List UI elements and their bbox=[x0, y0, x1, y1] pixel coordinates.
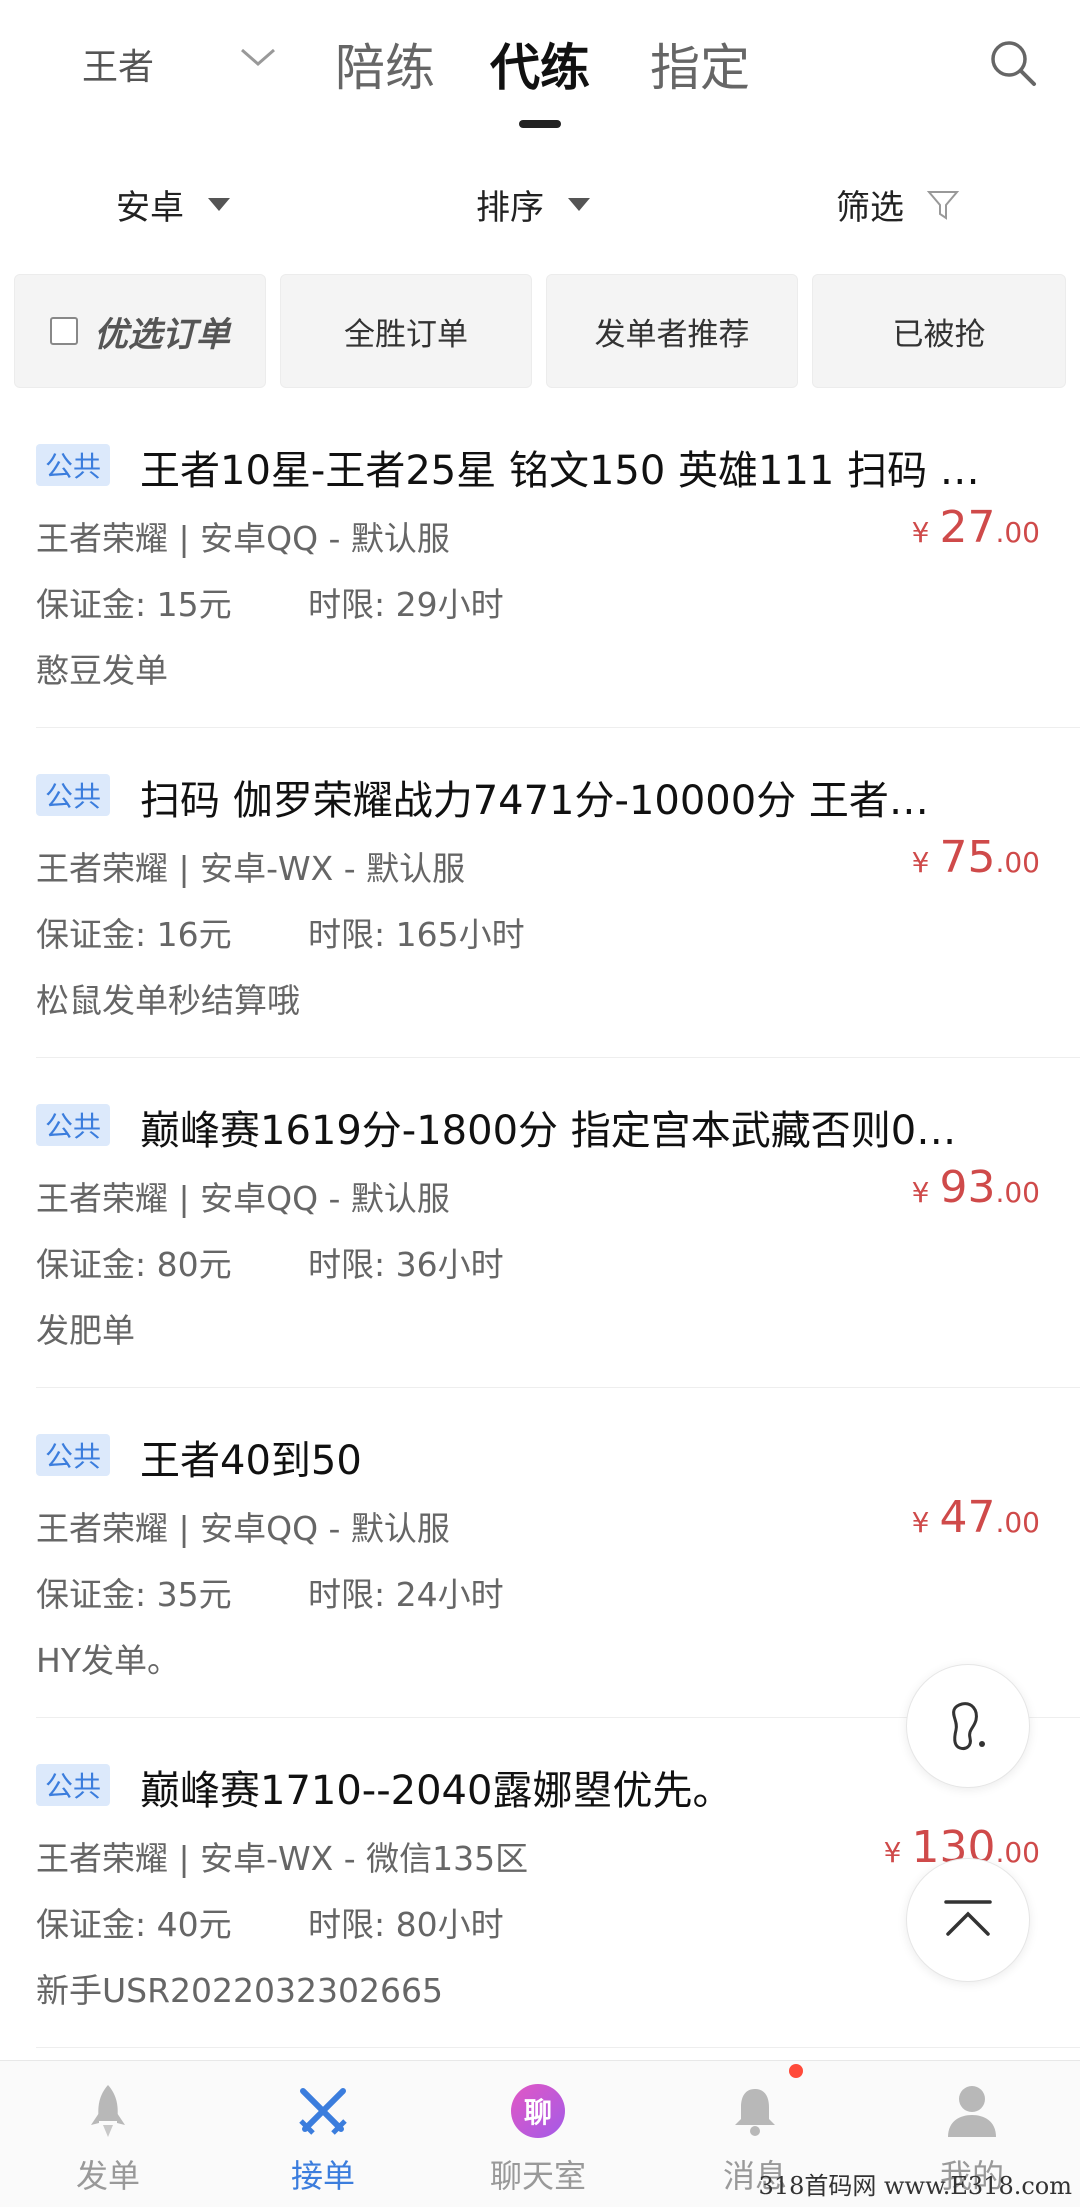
crossed-swords-icon bbox=[295, 2083, 351, 2139]
price-currency: ¥ bbox=[883, 1836, 902, 1869]
screen-filter-label: 筛选 bbox=[836, 188, 904, 228]
price-currency: ¥ bbox=[911, 1506, 930, 1539]
order-game-server: 王者荣耀 | 安卓QQ - 默认服 bbox=[36, 519, 450, 558]
chip-all-win-orders[interactable]: 全胜订单 bbox=[280, 274, 532, 388]
order-price: ¥ 47 .00 bbox=[912, 1492, 1040, 1543]
order-publisher: 发肥单 bbox=[36, 1311, 135, 1350]
order-title: 扫码 伽罗荣耀战力7471分-10000分 王者… bbox=[140, 778, 929, 824]
back-to-top-button[interactable] bbox=[906, 1858, 1030, 1982]
price-decimal: .00 bbox=[995, 846, 1040, 879]
public-badge: 公共 bbox=[36, 1434, 110, 1476]
rocket-icon bbox=[80, 2083, 136, 2139]
price-decimal: .00 bbox=[995, 1176, 1040, 1209]
caret-down-icon bbox=[568, 198, 590, 211]
order-time-limit: 时限: 36小时 bbox=[308, 1245, 504, 1284]
price-currency: ¥ bbox=[911, 516, 930, 549]
footprint-icon bbox=[952, 1702, 985, 1750]
order-card[interactable]: 公共 王者40到50 王者荣耀 | 安卓QQ - 默认服 保证金: 35元 时限… bbox=[36, 1388, 1080, 1718]
order-game-server: 王者荣耀 | 安卓-WX - 微信135区 bbox=[36, 1839, 529, 1878]
chip-recommended-label: 发单者推荐 bbox=[594, 316, 750, 353]
top-bar: 王者 陪练 代练 指定 bbox=[0, 0, 1080, 140]
nav-item-accept[interactable]: 接单 bbox=[243, 2061, 403, 2207]
chip-preferred-orders[interactable]: 优选订单 bbox=[14, 274, 266, 388]
price-decimal: .00 bbox=[995, 516, 1040, 549]
order-time-limit: 时限: 29小时 bbox=[308, 585, 504, 624]
order-time-limit: 时限: 24小时 bbox=[308, 1575, 504, 1614]
watermark: 318首码网 www.E318.com bbox=[758, 2172, 1072, 2200]
order-title: 王者40到50 bbox=[140, 1438, 362, 1484]
order-publisher: 松鼠发单秒结算哦 bbox=[36, 981, 300, 1020]
chevron-down-icon[interactable] bbox=[238, 42, 278, 72]
price-decimal: .00 bbox=[995, 1506, 1040, 1539]
tab-zhiding[interactable]: 指定 bbox=[650, 28, 750, 100]
order-title: 王者10星-王者25星 铭文150 英雄111 扫码 … bbox=[140, 448, 980, 494]
order-title: 巅峰赛1619分-1800分 指定宫本武藏否则0… bbox=[140, 1108, 957, 1154]
order-card[interactable]: 公共 巅峰赛1619分-1800分 指定宫本武藏否则0… 王者荣耀 | 安卓QQ… bbox=[36, 1058, 1080, 1388]
funnel-icon bbox=[926, 190, 960, 220]
nav-item-chatroom[interactable]: 聊 聊天室 bbox=[458, 2061, 618, 2207]
price-integer: 47 bbox=[939, 1492, 996, 1543]
chip-taken-label: 已被抢 bbox=[892, 316, 986, 353]
order-price: ¥ 93 .00 bbox=[912, 1162, 1040, 1213]
screen-filter[interactable]: 筛选 bbox=[836, 180, 960, 229]
back-to-top-icon bbox=[944, 1900, 992, 1936]
order-time-limit: 时限: 80小时 bbox=[308, 1905, 504, 1944]
order-deposit: 保证金: 15元 bbox=[36, 585, 232, 624]
tab-dailian[interactable]: 代练 bbox=[490, 28, 590, 100]
order-publisher: 憨豆发单 bbox=[36, 651, 168, 690]
price-integer: 75 bbox=[939, 832, 996, 883]
order-price: ¥ 75 .00 bbox=[912, 832, 1040, 883]
order-game-server: 王者荣耀 | 安卓QQ - 默认服 bbox=[36, 1509, 450, 1548]
nav-label: 发单 bbox=[75, 2157, 140, 2195]
nav-label: 聊天室 bbox=[489, 2157, 586, 2195]
price-integer: 93 bbox=[939, 1162, 996, 1213]
footprint-button[interactable] bbox=[906, 1664, 1030, 1788]
order-deposit: 保证金: 16元 bbox=[36, 915, 232, 954]
order-price: ¥ 27 .00 bbox=[912, 502, 1040, 553]
price-decimal: .00 bbox=[995, 1836, 1040, 1869]
chip-all-win-label: 全胜订单 bbox=[344, 316, 468, 353]
order-publisher: 新手USR2022032302665 bbox=[36, 1971, 443, 2010]
price-integer: 27 bbox=[939, 502, 996, 553]
order-time-limit: 时限: 165小时 bbox=[308, 915, 525, 954]
sort-filter[interactable]: 排序 bbox=[476, 180, 590, 229]
chip-recommended[interactable]: 发单者推荐 bbox=[546, 274, 798, 388]
order-deposit: 保证金: 40元 bbox=[36, 1905, 232, 1944]
game-selector[interactable]: 王者 bbox=[82, 38, 154, 90]
platform-filter[interactable]: 安卓 bbox=[116, 180, 230, 229]
order-game-server: 王者荣耀 | 安卓QQ - 默认服 bbox=[36, 1179, 450, 1218]
order-list: 公共 王者10星-王者25星 铭文150 英雄111 扫码 … 王者荣耀 | 安… bbox=[0, 398, 1080, 2048]
active-tab-indicator bbox=[519, 120, 561, 128]
public-badge: 公共 bbox=[36, 1764, 110, 1806]
sort-filter-label: 排序 bbox=[476, 188, 544, 228]
public-badge: 公共 bbox=[36, 444, 110, 486]
chip-preferred-label: 优选订单 bbox=[94, 314, 230, 355]
user-icon bbox=[944, 2083, 1000, 2139]
tab-peilian[interactable]: 陪练 bbox=[335, 28, 435, 100]
search-icon[interactable] bbox=[988, 38, 1038, 88]
order-deposit: 保证金: 35元 bbox=[36, 1575, 232, 1614]
notification-dot bbox=[789, 2064, 803, 2078]
order-card[interactable]: 公共 扫码 伽罗荣耀战力7471分-10000分 王者… 王者荣耀 | 安卓-W… bbox=[36, 728, 1080, 1058]
order-game-server: 王者荣耀 | 安卓-WX - 默认服 bbox=[36, 849, 466, 888]
bell-icon bbox=[727, 2083, 783, 2139]
order-publisher: HY发单。 bbox=[36, 1641, 180, 1680]
order-deposit: 保证金: 80元 bbox=[36, 1245, 232, 1284]
nav-item-publish[interactable]: 发单 bbox=[28, 2061, 188, 2207]
platform-filter-label: 安卓 bbox=[116, 188, 184, 228]
nav-label: 接单 bbox=[290, 2157, 355, 2195]
chip-taken[interactable]: 已被抢 bbox=[812, 274, 1066, 388]
order-card[interactable]: 公共 王者10星-王者25星 铭文150 英雄111 扫码 … 王者荣耀 | 安… bbox=[36, 398, 1080, 728]
preferred-checkbox[interactable] bbox=[50, 317, 78, 345]
chat-bubble-icon: 聊 bbox=[510, 2083, 566, 2139]
caret-down-icon bbox=[208, 198, 230, 211]
public-badge: 公共 bbox=[36, 774, 110, 816]
price-currency: ¥ bbox=[911, 846, 930, 879]
public-badge: 公共 bbox=[36, 1104, 110, 1146]
price-currency: ¥ bbox=[911, 1176, 930, 1209]
chat-badge-text: 聊 bbox=[511, 2084, 565, 2138]
